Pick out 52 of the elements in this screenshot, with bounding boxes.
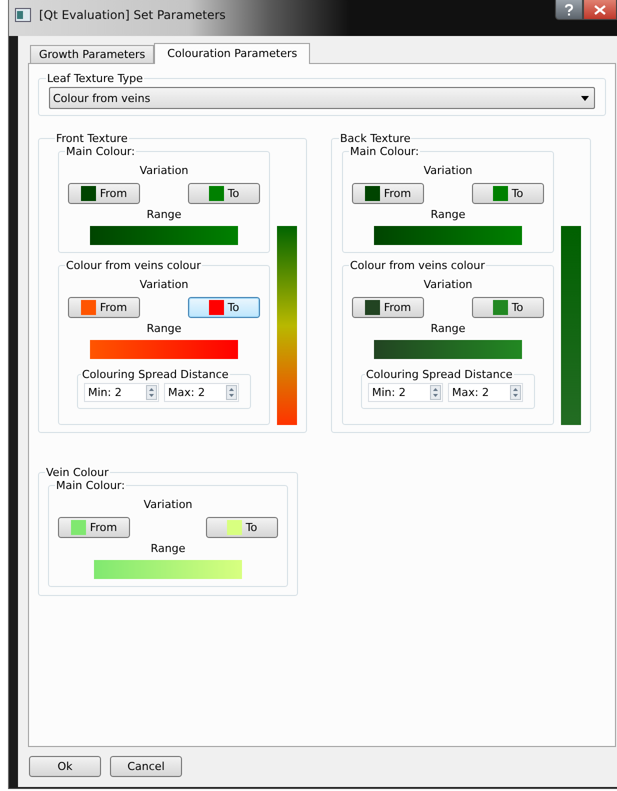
group-title: Colouring Spread Distance — [365, 368, 514, 381]
color-button[interactable]: From — [68, 297, 140, 318]
group-title: Main Colour: — [55, 479, 126, 492]
dropdown-value: Colour from veins — [53, 92, 150, 104]
close-icon — [594, 4, 606, 14]
spin-box[interactable]: Max: 2 — [448, 383, 523, 402]
spin-arrows-icon[interactable] — [226, 385, 237, 400]
spin-box[interactable]: Min: 2 — [84, 383, 159, 402]
tab[interactable]: Colouration Parameters — [154, 43, 310, 64]
variation-label: Variation — [140, 278, 188, 292]
color-button[interactable]: To — [188, 297, 260, 318]
group-title: Main Colour: — [349, 145, 420, 158]
group-title: Colouring Spread Distance — [81, 368, 230, 381]
group-title: Colour from veins colour — [349, 259, 486, 272]
color-button[interactable]: To — [206, 517, 278, 538]
dialog-button[interactable]: Cancel — [110, 756, 182, 777]
variation-label: Variation — [424, 278, 472, 292]
help-button[interactable] — [555, 0, 583, 20]
window-title: [Qt Evaluation] Set Parameters — [39, 8, 226, 22]
help-icon — [564, 4, 574, 16]
group-title: Leaf Texture Type — [46, 72, 144, 85]
spin-arrows-icon[interactable] — [510, 385, 521, 400]
tab[interactable]: Growth Parameters — [30, 45, 154, 63]
variation-label: Variation — [424, 164, 472, 178]
dropdown[interactable]: Colour from veins — [49, 87, 595, 109]
group-title: Back Texture — [339, 132, 412, 145]
variation-label: Variation — [144, 498, 192, 512]
range-label: Range — [146, 322, 182, 336]
color-button[interactable]: From — [352, 183, 424, 204]
color-button[interactable]: To — [188, 183, 260, 204]
color-button[interactable]: From — [352, 297, 424, 318]
group-title: Main Colour: — [65, 145, 136, 158]
range-label: Range — [150, 542, 186, 556]
close-button[interactable] — [583, 0, 617, 20]
dropdown-arrow-icon — [581, 96, 589, 100]
spin-arrows-icon[interactable] — [430, 385, 441, 400]
group-title: Vein Colour — [45, 466, 110, 479]
window-icon — [15, 8, 31, 22]
color-button[interactable]: From — [58, 517, 130, 538]
color-button[interactable]: To — [472, 183, 544, 204]
dialog-button[interactable]: Ok — [29, 756, 101, 777]
range-label: Range — [430, 322, 466, 336]
color-button[interactable]: To — [472, 297, 544, 318]
group-title: Colour from veins colour — [65, 259, 202, 272]
color-button[interactable]: From — [68, 183, 140, 204]
range-label: Range — [146, 208, 182, 222]
spin-box[interactable]: Min: 2 — [368, 383, 443, 402]
spin-arrows-icon[interactable] — [146, 385, 157, 400]
spin-box[interactable]: Max: 2 — [164, 383, 239, 402]
group-title: Front Texture — [55, 132, 129, 145]
range-label: Range — [430, 208, 466, 222]
variation-label: Variation — [140, 164, 188, 178]
